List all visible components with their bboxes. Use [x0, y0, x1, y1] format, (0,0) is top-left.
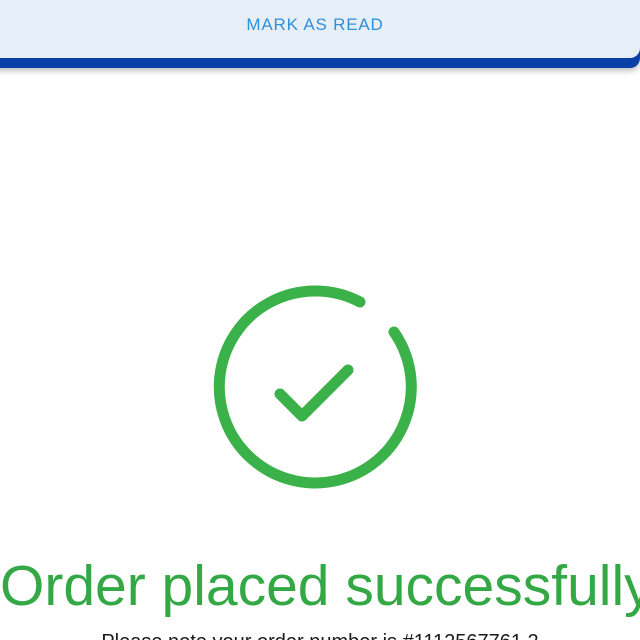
notification-card: MARK AS READ	[0, 0, 640, 68]
order-number-text: Please note your order number is #111256…	[0, 630, 640, 640]
success-title: Order placed successfully	[0, 554, 640, 618]
check-circle-icon	[208, 280, 420, 492]
success-ring	[213, 285, 417, 489]
order-confirmation-screen: MARK AS READ Order placed successfully P…	[0, 0, 640, 640]
mark-as-read-button[interactable]: MARK AS READ	[0, 0, 630, 50]
checkmark	[274, 364, 354, 422]
